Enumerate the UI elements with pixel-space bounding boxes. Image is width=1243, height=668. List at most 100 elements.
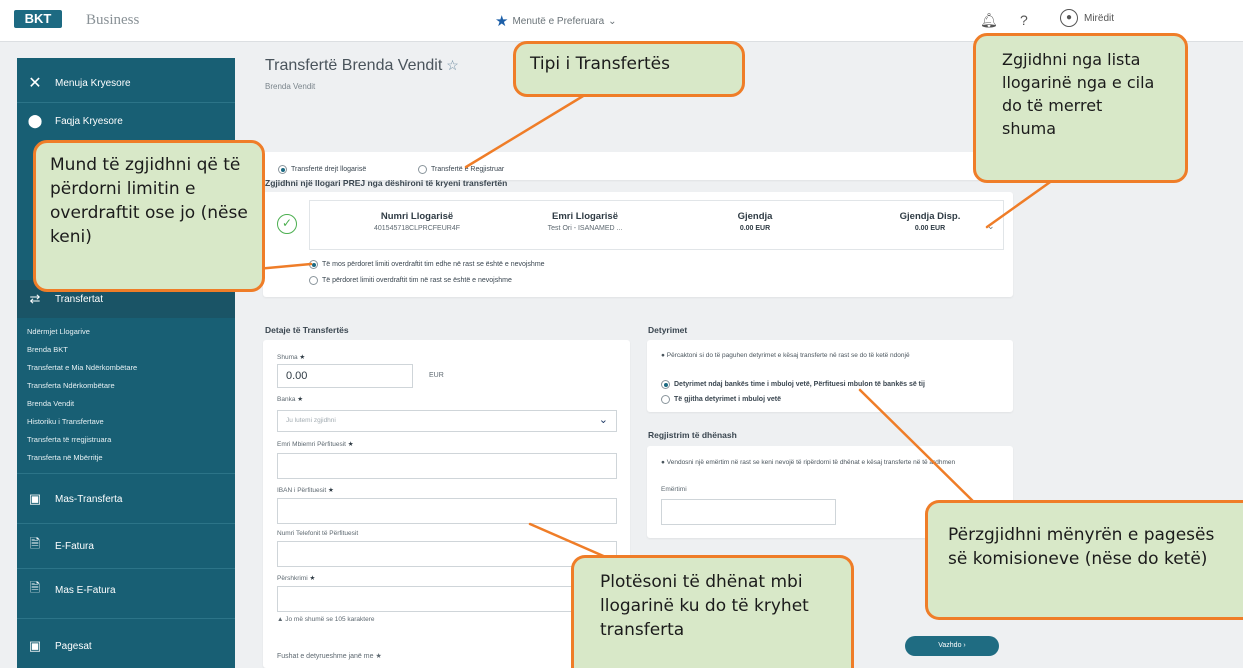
account-row[interactable]: Numri Llogarisë 401545718CLPRCFEUR4F Emr… bbox=[309, 200, 1004, 250]
radio-obligation-all[interactable]: Të gjitha detyrimet i mbuloj vetë bbox=[661, 391, 781, 409]
description-field[interactable] bbox=[277, 586, 617, 612]
registration-name-field[interactable] bbox=[661, 499, 836, 525]
divider bbox=[17, 568, 235, 569]
sidebar-sub-item[interactable]: Transferta në Mbërritje bbox=[27, 453, 103, 462]
sidebar-sub-item[interactable]: Brenda BKT bbox=[27, 345, 68, 354]
mass-transfer-icon: ▣ bbox=[28, 491, 42, 506]
details-section-title: Detaje të Transfertës bbox=[265, 325, 349, 335]
chevron-down-icon[interactable]: ⌄ bbox=[987, 221, 995, 232]
home-icon: ⬤ bbox=[27, 113, 43, 128]
sidebar-item-mass-transfer[interactable]: ▣ Mas-Transferta bbox=[17, 485, 235, 513]
amount-input[interactable]: 0.00 bbox=[277, 364, 413, 388]
divider bbox=[17, 618, 235, 619]
sidebar-item-payments[interactable]: ▣ Pagesat bbox=[17, 632, 235, 660]
sidebar-sub-item[interactable]: Ndërmjet Llogarive bbox=[27, 327, 90, 336]
notification-bell-icon[interactable]: 🔔︎ bbox=[980, 12, 998, 29]
required-star-icon: ★ bbox=[347, 441, 354, 448]
bank-select[interactable]: Ju lutemi zgjidhni ⌄ bbox=[277, 410, 617, 432]
bkt-logo[interactable]: BKT bbox=[14, 10, 62, 28]
required-star-icon: ★ bbox=[299, 354, 306, 361]
required-star-icon: ★ bbox=[327, 487, 334, 494]
page-title: Transfertë Brenda Vendit ☆ bbox=[265, 57, 459, 75]
col-header: Emri Llogarisë bbox=[552, 211, 618, 222]
col-header: Gjendja bbox=[737, 211, 773, 222]
favorites-label: Menutë e Preferuara bbox=[512, 15, 605, 27]
obligations-info-text: Përcaktoni si do të paguhen detyrimet e … bbox=[666, 352, 910, 359]
obligations-section-title: Detyrimet bbox=[648, 325, 688, 335]
sidebar-item-mass-einvoice[interactable]: 🗎︎ Mas E-Fatura bbox=[17, 576, 235, 604]
callout-commission: Përzgjidhni mënyrën e pagesës së komisio… bbox=[925, 500, 1243, 620]
chevron-down-icon: ⌄ bbox=[608, 15, 617, 27]
radio bbox=[661, 395, 670, 405]
account-section-title: Zgjidhni një llogari PREJ nga dëshironi … bbox=[265, 178, 508, 188]
beneficiary-label: Emri Mbiemri Përfituesit ★ bbox=[277, 440, 354, 448]
page-subtitle: Brenda Vendit bbox=[265, 82, 316, 91]
page-title-text: Transfertë Brenda Vendit bbox=[265, 57, 443, 74]
sidebar-main-menu-label: Menuja Kryesore bbox=[55, 77, 131, 89]
phone-field[interactable] bbox=[277, 541, 617, 567]
amount-label: Shuma ★ bbox=[277, 353, 305, 361]
avatar-icon: ● bbox=[1060, 9, 1078, 27]
info-icon: ● bbox=[661, 459, 665, 466]
iban-field[interactable] bbox=[277, 498, 617, 524]
sidebar-main-menu[interactable]: ✕ Menuja Kryesore bbox=[17, 68, 235, 98]
radio-selected bbox=[278, 165, 287, 175]
account-card: ✓ Numri Llogarisë 401545718CLPRCFEUR4F E… bbox=[263, 192, 1013, 297]
sidebar-item-einvoice-label: E-Fatura bbox=[55, 540, 94, 552]
phone-label: Numri Telefonit të Përfituesit bbox=[277, 530, 359, 537]
chevron-right-icon: › bbox=[963, 642, 966, 649]
payments-icon: ▣ bbox=[28, 638, 42, 653]
obligations-info: ● Përcaktoni si do të paguhen detyrimet … bbox=[661, 352, 910, 359]
invoice-icon: 🗎︎ bbox=[29, 536, 41, 551]
required-star-icon: ★ bbox=[309, 575, 316, 582]
divider bbox=[17, 102, 235, 103]
available-balance-col: Gjendja Disp. 0.00 EUR bbox=[875, 211, 985, 232]
bank-label-text: Banka bbox=[277, 396, 296, 403]
continue-button[interactable]: Vazhdo › bbox=[905, 636, 999, 656]
callout-fill-data: Plotësoni të dhënat mbi llogarinë ku do … bbox=[571, 555, 854, 668]
favorites-menu[interactable]: ★ Menutë e Preferuara ⌄ bbox=[495, 12, 617, 30]
continue-label: Vazhdo bbox=[938, 642, 962, 649]
sidebar-item-transfers-label: Transfertat bbox=[55, 293, 103, 305]
iban-label-text: IBAN i Përfituesit bbox=[277, 487, 327, 494]
registration-section-title: Regjistrim të dhënash bbox=[648, 430, 737, 440]
amount-label-text: Shuma bbox=[277, 354, 298, 361]
user-menu[interactable]: ● Mirëdit bbox=[1060, 9, 1114, 27]
currency-label: EUR bbox=[429, 372, 444, 379]
description-label: Përshkrimi ★ bbox=[277, 574, 315, 582]
invoice-icon: 🗎︎ bbox=[29, 580, 41, 595]
radio-registered-transfer[interactable]: Transfertë e Regjistruar bbox=[418, 161, 504, 179]
divider bbox=[17, 523, 235, 524]
registration-info: ● Vendosni një emërtim në rast se keni n… bbox=[661, 458, 991, 467]
sidebar-item-home[interactable]: ⬤ Faqja Kryesore bbox=[17, 108, 235, 134]
available-balance: 0.00 EUR bbox=[914, 225, 946, 232]
col-header: Gjendja Disp. bbox=[899, 211, 961, 222]
sidebar-item-einvoice[interactable]: 🗎︎ E-Fatura bbox=[17, 532, 235, 560]
star-outline-icon[interactable]: ☆ bbox=[446, 57, 459, 73]
obligations-card: ● Përcaktoni si do të paguhen detyrimet … bbox=[647, 340, 1013, 412]
sidebar-sub-item[interactable]: Transfertat e Mia Ndërkombëtare bbox=[27, 363, 137, 372]
iban-label: IBAN i Përfituesit ★ bbox=[277, 486, 334, 494]
beneficiary-name-field[interactable] bbox=[277, 453, 617, 479]
radio-selected bbox=[661, 380, 670, 390]
close-icon: ✕ bbox=[28, 75, 42, 92]
description-hint: ▲ Jo më shumë se 105 karaktere bbox=[277, 616, 375, 623]
sidebar-sub-item[interactable]: Transferta të rregjistruara bbox=[27, 435, 111, 444]
account-name-col: Emri Llogarisë Test Ori - ISANAMED ... bbox=[520, 211, 650, 232]
check-circle-icon: ✓ bbox=[277, 214, 297, 234]
help-icon[interactable]: ? bbox=[1020, 12, 1028, 28]
sidebar-item-home-label: Faqja Kryesore bbox=[55, 115, 123, 127]
sidebar-sub-item[interactable]: Transferta Ndërkombëtare bbox=[27, 381, 115, 390]
brand-label: Business bbox=[86, 12, 140, 28]
radio-transfer-to-account[interactable]: Transfertë drejt llogarisë bbox=[278, 161, 366, 179]
account-number-col: Numri Llogarisë 401545718CLPRCFEUR4F bbox=[352, 211, 482, 232]
bank-label: Banka ★ bbox=[277, 395, 303, 403]
sidebar-sub-item[interactable]: Historiku i Transfertave bbox=[27, 417, 104, 426]
greeting: Mirëdit bbox=[1084, 12, 1115, 24]
radio-selected bbox=[309, 260, 318, 270]
sidebar-item-mass-einvoice-label: Mas E-Fatura bbox=[55, 584, 116, 596]
transfer-type-card: Transfertë drejt llogarisë Transfertë e … bbox=[263, 152, 1013, 180]
sidebar-sub-item[interactable]: Brenda Vendit bbox=[27, 399, 74, 408]
warning-icon: ▲ bbox=[277, 616, 284, 623]
radio-overdraft-yes[interactable]: Të përdoret limiti overdraftit tim në ra… bbox=[309, 272, 512, 290]
